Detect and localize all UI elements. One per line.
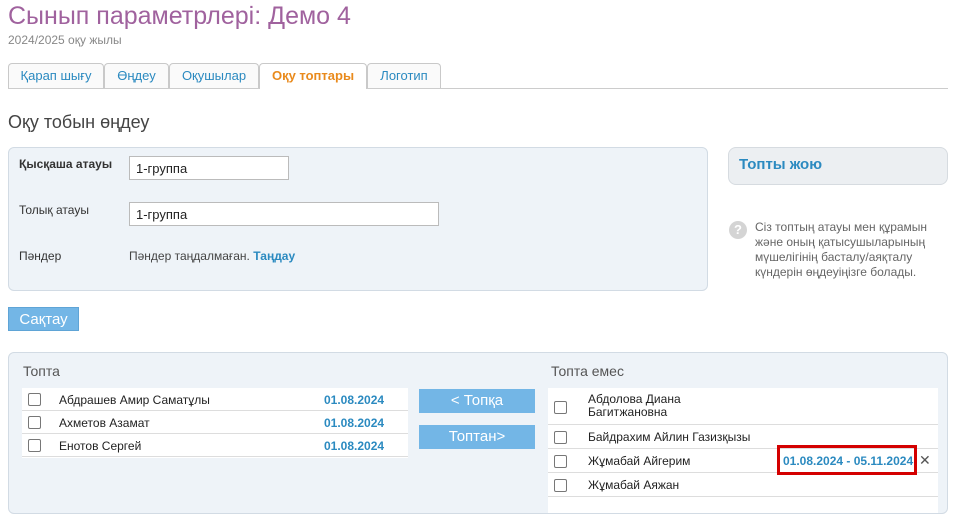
not-in-group-title: Топта емес bbox=[551, 363, 624, 379]
student-name: Абдрашев Амир Саматұлы bbox=[59, 393, 210, 407]
subjects-status: Пәндер таңдалмаған. bbox=[129, 249, 250, 263]
subjects-value: Пәндер таңдалмаған. Таңдау bbox=[129, 249, 295, 263]
section-title: Оқу тобын өңдеу bbox=[8, 112, 150, 132]
help-icon: ? bbox=[729, 221, 747, 239]
student-name: Байдрахим Айлин Газизқызы bbox=[588, 430, 751, 444]
close-icon[interactable]: ✕ bbox=[919, 452, 931, 469]
row-checkbox[interactable] bbox=[554, 455, 567, 468]
membership-range-link[interactable]: 01.08.2024 - 05.11.2024 bbox=[783, 454, 913, 468]
row-checkbox[interactable] bbox=[554, 401, 567, 414]
tab-bar: Қарап шығу Өңдеу Оқушылар Оқу топтары Ло… bbox=[8, 63, 948, 89]
group-form: Қысқаша атауы Толық атауы Пәндер Пәндер … bbox=[8, 147, 708, 291]
tab-view[interactable]: Қарап шығу bbox=[8, 63, 104, 88]
row-checkbox[interactable] bbox=[28, 439, 41, 452]
page-title: Сынып параметрлері: Демо 4 bbox=[8, 2, 351, 30]
list-item: Жұмабай Аяжан bbox=[548, 473, 938, 497]
delete-group-box: Топты жою bbox=[728, 147, 948, 185]
delete-group-link[interactable]: Топты жою bbox=[739, 156, 822, 173]
start-date-link[interactable]: 01.08.2024 bbox=[324, 416, 384, 430]
row-checkbox[interactable] bbox=[554, 431, 567, 444]
list-item: Абдрашев Амир Саматұлы 01.08.2024 bbox=[22, 388, 408, 411]
student-name: Жұмабай Айгерим bbox=[588, 454, 691, 468]
student-name: Жұмабай Аяжан bbox=[588, 478, 680, 492]
tab-logo[interactable]: Логотип bbox=[367, 63, 441, 88]
tab-students[interactable]: Оқушылар bbox=[169, 63, 259, 88]
tab-study-groups[interactable]: Оқу топтары bbox=[259, 63, 367, 89]
start-date-link[interactable]: 01.08.2024 bbox=[324, 393, 384, 407]
save-button[interactable]: Сақтау bbox=[8, 307, 79, 331]
student-name: Абдолова Диана Багитжановна bbox=[588, 393, 681, 419]
short-name-label: Қысқаша атауы bbox=[19, 157, 113, 171]
full-name-label: Толық атауы bbox=[19, 203, 89, 217]
list-item: Енотов Сергей 01.08.2024 bbox=[22, 434, 408, 457]
in-group-list: Абдрашев Амир Саматұлы 01.08.2024 Ахмето… bbox=[22, 388, 408, 458]
short-name-input[interactable] bbox=[129, 156, 289, 180]
list-item: Ахметов Азамат 01.08.2024 bbox=[22, 411, 408, 434]
help-text: Сіз топтың атауы мен құрамын және оның қ… bbox=[755, 220, 928, 279]
choose-subjects-link[interactable]: Таңдау bbox=[253, 249, 295, 263]
row-checkbox[interactable] bbox=[28, 393, 41, 406]
membership-panel: Топта Абдрашев Амир Саматұлы 01.08.2024 … bbox=[8, 352, 948, 514]
row-checkbox[interactable] bbox=[554, 479, 567, 492]
remove-from-group-button[interactable]: Топтан> bbox=[419, 425, 535, 449]
row-checkbox[interactable] bbox=[28, 416, 41, 429]
student-name: Енотов Сергей bbox=[59, 439, 142, 453]
start-date-link[interactable]: 01.08.2024 bbox=[324, 439, 384, 453]
name-line: Абдолова Диана bbox=[588, 392, 681, 406]
tab-edit[interactable]: Өңдеу bbox=[104, 63, 169, 88]
school-year: 2024/2025 оқу жылы bbox=[8, 33, 122, 47]
list-item: Абдолова Диана Багитжановна bbox=[548, 388, 938, 425]
subjects-label: Пәндер bbox=[19, 249, 62, 263]
full-name-input[interactable] bbox=[129, 202, 439, 226]
in-group-title: Топта bbox=[23, 363, 60, 379]
name-line: Багитжановна bbox=[588, 405, 668, 419]
add-to-group-button[interactable]: < Топқа bbox=[419, 389, 535, 413]
student-name: Ахметов Азамат bbox=[59, 416, 150, 430]
